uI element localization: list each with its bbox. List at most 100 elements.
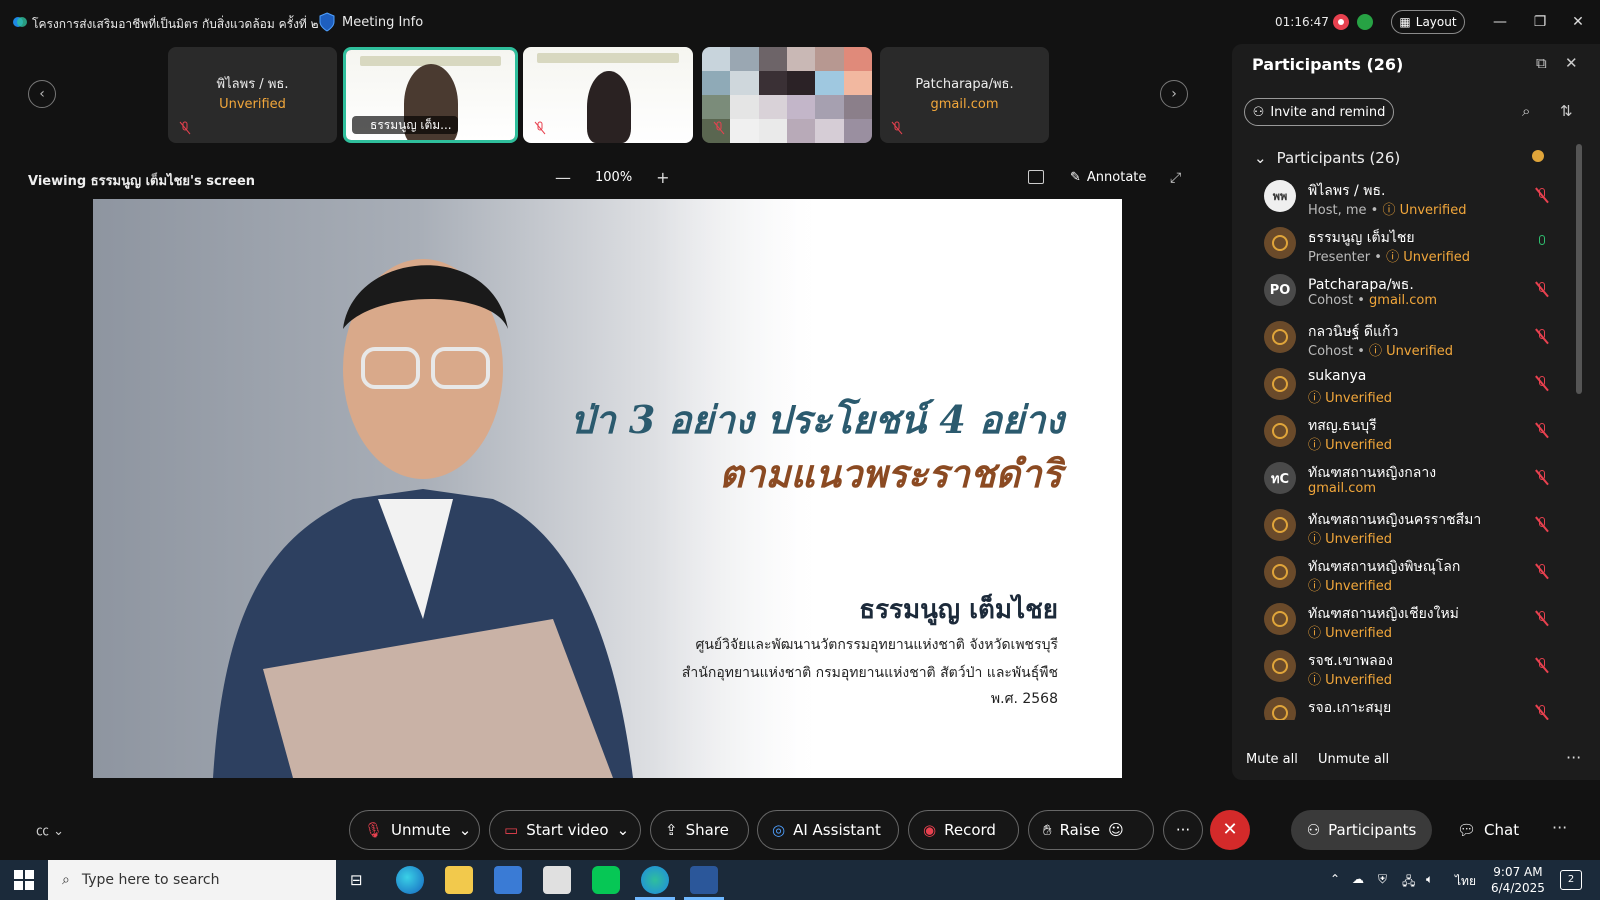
mic-on-icon[interactable]: [1536, 235, 1548, 251]
show-hidden-icons-icon[interactable]: ⌃: [1330, 872, 1340, 886]
participant-row[interactable]: พพ พิไลพร / พธ. Host, me • ⓘ Unverified: [1232, 174, 1572, 222]
word-app-icon[interactable]: [690, 866, 718, 894]
muted-mic-icon[interactable]: [1535, 657, 1549, 674]
closed-captions-icon[interactable]: ㏄ ⌄: [36, 820, 76, 840]
warning-icon: ⓘ: [1382, 203, 1400, 218]
task-view-icon[interactable]: ⊟: [350, 871, 363, 889]
network-icon[interactable]: 🖧︎: [1402, 872, 1415, 893]
participant-row[interactable]: ทัณฑสถานหญิงเชียงใหม่ ⓘ Unverified: [1232, 597, 1572, 645]
mail-icon[interactable]: [543, 866, 571, 894]
video-tile[interactable]: [523, 47, 693, 143]
taskbar-search-input[interactable]: ⌕ Type here to search: [48, 860, 336, 900]
file-explorer-icon[interactable]: [445, 866, 473, 894]
tile-status: gmail.com: [930, 97, 999, 112]
reactions-icon[interactable]: ☺: [1108, 821, 1124, 839]
more-options-icon[interactable]: ···: [1566, 748, 1581, 767]
meeting-info-button[interactable]: Meeting Info: [318, 12, 423, 32]
muted-mic-icon[interactable]: [1535, 187, 1549, 204]
input-language[interactable]: ไทย: [1455, 872, 1476, 891]
chevron-down-icon[interactable]: ⌄: [617, 821, 630, 839]
invite-and-remind-button[interactable]: ⚇ Invite and remind: [1244, 98, 1394, 126]
unmute-button[interactable]: 🎙︎ Unmute ⌄: [349, 810, 480, 850]
notification-center-icon[interactable]: 2: [1560, 870, 1582, 890]
layout-button[interactable]: ▦ Layout: [1391, 10, 1465, 34]
video-tile[interactable]: Patcharapa/พธ. gmail.com: [880, 47, 1049, 143]
video-tile-active-speaker[interactable]: ธรรมนูญ เต็ม...: [343, 47, 518, 143]
edge-browser-icon[interactable]: [396, 866, 424, 894]
taskbar-clock[interactable]: 9:07 AM 6/4/2025: [1491, 864, 1545, 896]
muted-mic-icon[interactable]: [1535, 328, 1549, 345]
participant-row[interactable]: ทัณฑสถานหญิงนครราชสีมา ⓘ Unverified: [1232, 503, 1572, 551]
muted-mic-icon[interactable]: [1535, 516, 1549, 533]
share-button[interactable]: ⇪ Share: [650, 810, 749, 850]
mute-all-button[interactable]: Mute all: [1246, 752, 1298, 767]
avatar: [1264, 368, 1296, 400]
more-panels-icon[interactable]: ···: [1552, 818, 1567, 837]
participants-section-header[interactable]: ⌄ Participants (26): [1254, 149, 1400, 167]
microsoft-store-icon[interactable]: [494, 866, 522, 894]
participant-status: ⓘ Unverified: [1308, 387, 1392, 406]
participant-row[interactable]: ทสญ.ธนบุรี ⓘ Unverified: [1232, 409, 1572, 457]
leave-meeting-button[interactable]: ✕: [1210, 810, 1250, 850]
sort-icon[interactable]: ⇅: [1560, 102, 1573, 120]
avatar: PO: [1264, 274, 1296, 306]
muted-mic-icon[interactable]: [1535, 422, 1549, 439]
windows-taskbar: ⌕ Type here to search ⊟ ⌃ ☁ ⛨ 🖧︎ 🔈︎ ไทย …: [0, 860, 1600, 900]
onedrive-icon[interactable]: ☁: [1352, 872, 1364, 886]
status-text: Unverified: [1325, 438, 1392, 453]
zoom-in-icon[interactable]: +: [656, 168, 669, 187]
muted-mic-icon[interactable]: [1535, 469, 1549, 486]
muted-mic-icon[interactable]: [1535, 704, 1549, 720]
host-controls-icon[interactable]: [1532, 150, 1544, 162]
video-tile[interactable]: พิไลพร / พธ. Unverified: [168, 47, 337, 143]
participant-row[interactable]: ทัณฑสถานหญิงพิษณุโลก ⓘ Unverified: [1232, 550, 1572, 598]
muted-mic-icon[interactable]: [1535, 610, 1549, 627]
raise-hand-button[interactable]: ✋︎ Raise ☺: [1028, 810, 1154, 850]
fullscreen-icon[interactable]: ⤢: [1170, 170, 1181, 186]
popout-icon[interactable]: ⧉: [1536, 54, 1547, 72]
annotate-button[interactable]: ✎ Annotate: [1070, 170, 1146, 185]
blurred-video-feed: [702, 47, 872, 143]
muted-mic-icon[interactable]: [1535, 375, 1549, 392]
participant-row[interactable]: รจช.เขาพลอง ⓘ Unverified: [1232, 644, 1572, 692]
minimize-icon[interactable]: —: [1490, 12, 1510, 32]
strip-next-arrow-icon[interactable]: ›: [1160, 80, 1188, 108]
ai-assistant-button[interactable]: ◎ AI Assistant: [757, 810, 899, 850]
muted-mic-icon[interactable]: [1535, 281, 1549, 298]
zoom-out-icon[interactable]: —: [555, 168, 571, 187]
chevron-down-icon[interactable]: ⌄: [459, 821, 472, 839]
webex-app-icon[interactable]: [641, 866, 669, 894]
security-icon[interactable]: ⛨: [1378, 872, 1387, 887]
windows-start-icon[interactable]: [14, 870, 34, 890]
participant-row[interactable]: ธรรมนูญ เต็มไชย Presenter • ⓘ Unverified: [1232, 221, 1572, 269]
participant-row[interactable]: รจอ.เกาะสมุยⓘ Unverified: [1232, 691, 1572, 720]
unverified-badge: ⓘ Unverified: [1386, 250, 1470, 265]
start-video-button[interactable]: ▭ Start video ⌄: [489, 810, 641, 850]
slide-affiliation-2: สำนักอุทยานแห่งชาติ กรมอุทยานแห่งชาติ สั…: [681, 665, 1058, 681]
network-status-icon[interactable]: [1357, 14, 1373, 30]
chat-button[interactable]: 💬︎ Chat: [1457, 810, 1519, 850]
close-window-icon[interactable]: ✕: [1568, 12, 1588, 32]
participant-row[interactable]: กลวนิษฐ์ ดีแก้ว Cohost • ⓘ Unverified: [1232, 315, 1572, 363]
volume-icon[interactable]: 🔈︎: [1426, 872, 1433, 887]
status-text: Unverified: [1399, 203, 1467, 218]
participants-button[interactable]: ⚇ Participants: [1291, 810, 1432, 850]
participant-row[interactable]: sukanya ⓘ Unverified: [1232, 362, 1572, 410]
line-app-icon[interactable]: [592, 866, 620, 894]
warning-icon: ⓘ: [1308, 391, 1326, 406]
strip-prev-arrow-icon[interactable]: ‹: [28, 80, 56, 108]
search-icon[interactable]: ⌕: [1522, 102, 1530, 120]
muted-mic-icon[interactable]: [1535, 563, 1549, 580]
participants-scrollbar[interactable]: [1576, 144, 1582, 394]
participant-row[interactable]: ทC ทัณฑสถานหญิงกลาง gmail.com: [1232, 456, 1572, 504]
participant-name: sukanya: [1308, 368, 1367, 384]
unmute-all-button[interactable]: Unmute all: [1318, 752, 1389, 767]
more-actions-button[interactable]: ···: [1163, 810, 1203, 850]
record-button[interactable]: ◉ Record: [908, 810, 1019, 850]
annotate-label: Annotate: [1086, 170, 1147, 185]
screen-share-view-icon[interactable]: [1028, 170, 1044, 184]
close-panel-icon[interactable]: ✕: [1565, 54, 1578, 72]
participant-row[interactable]: PO Patcharapa/พธ. Cohost • gmail.com: [1232, 268, 1572, 316]
video-tile[interactable]: [702, 47, 872, 143]
maximize-icon[interactable]: ❐: [1530, 12, 1550, 32]
